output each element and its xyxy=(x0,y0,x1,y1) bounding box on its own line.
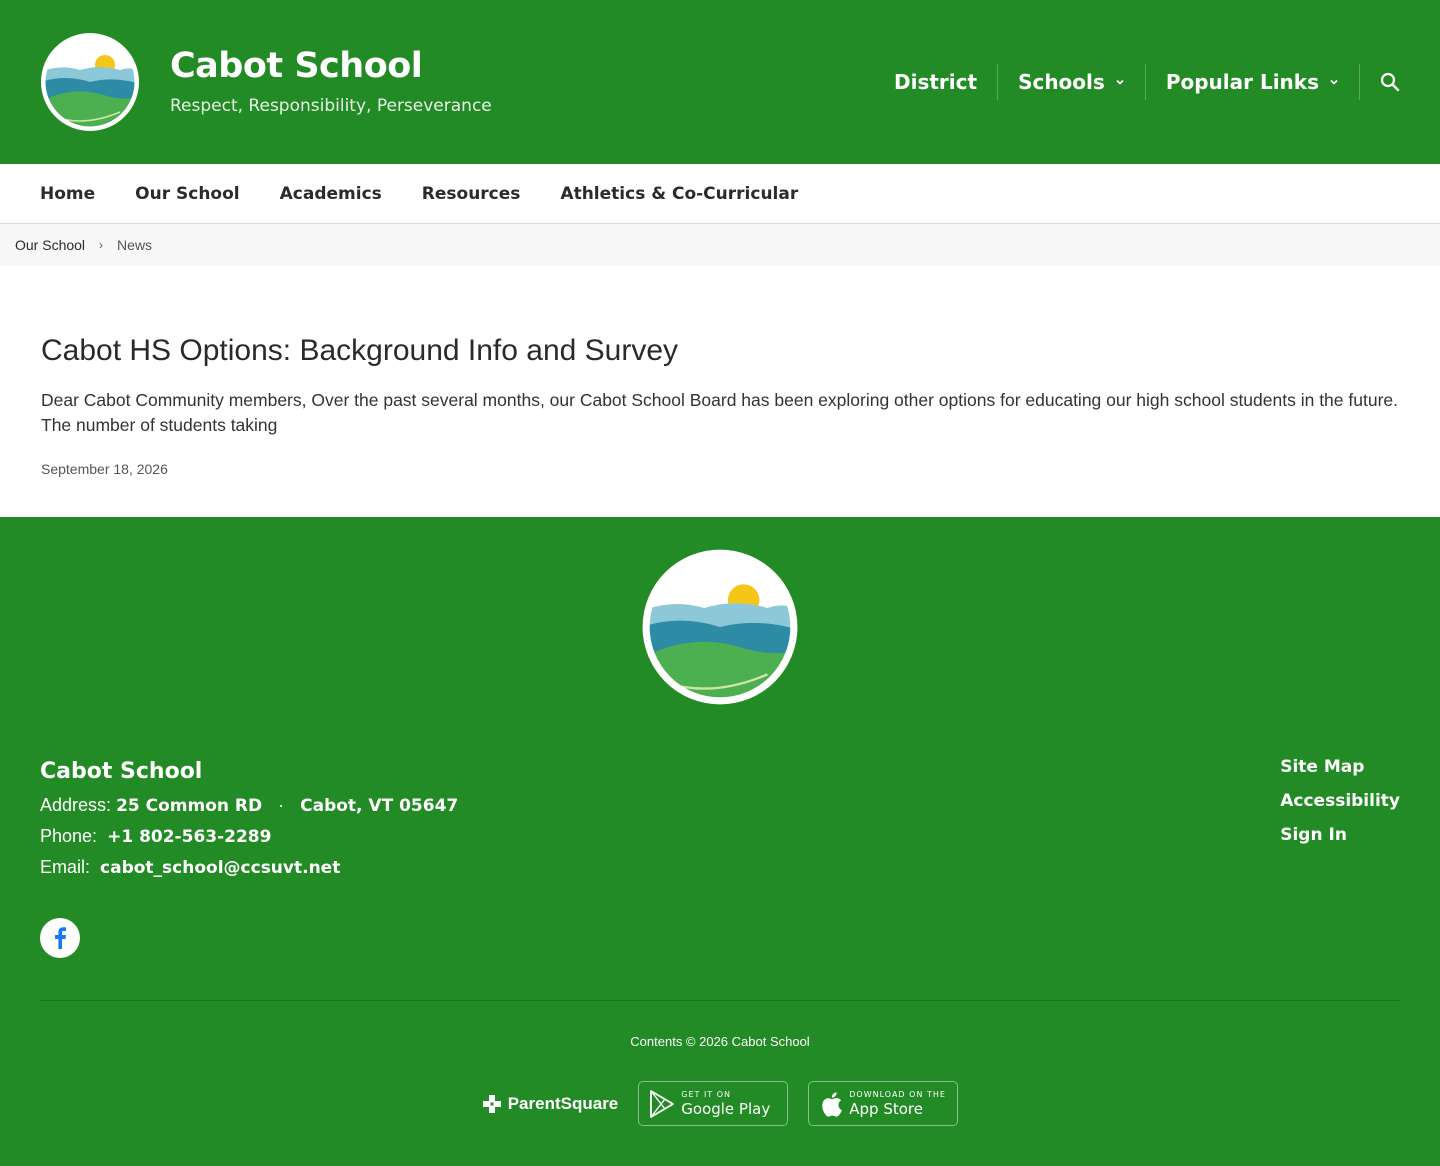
nav-athletics[interactable]: Athletics & Co-Curricular xyxy=(560,184,798,204)
top-nav-popular-links[interactable]: Popular Links xyxy=(1144,64,1359,100)
search-icon xyxy=(1380,72,1400,92)
chevron-right-icon: › xyxy=(99,238,104,252)
footer-link-site-map[interactable]: Site Map xyxy=(1280,757,1400,777)
copyright: Contents © 2026 Cabot School xyxy=(630,1034,810,1049)
breadcrumb-current: News xyxy=(117,237,153,253)
nav-our-school[interactable]: Our School xyxy=(135,184,239,204)
footer-school-name: Cabot School xyxy=(40,759,203,784)
site-footer: Cabot School Address: 25 Common RD · Cab… xyxy=(0,517,1440,1166)
top-nav-label: District xyxy=(894,70,978,94)
search-button[interactable] xyxy=(1359,64,1400,100)
article-date: September 18, 2026 xyxy=(41,461,168,477)
school-motto: Respect, Responsibility, Perseverance xyxy=(170,96,492,116)
google-play-badge[interactable]: GET IT ON Google Play xyxy=(638,1081,789,1126)
main-nav: Home Our School Academics Resources Athl… xyxy=(0,164,1440,224)
email-label: Email: xyxy=(40,857,91,877)
phone-label: Phone: xyxy=(40,826,98,846)
app-store-big: App Store xyxy=(849,1099,923,1118)
nav-resources[interactable]: Resources xyxy=(422,184,521,204)
article-summary: Dear Cabot Community members, Over the p… xyxy=(41,390,1398,435)
parentsquare-link[interactable]: ParentSquare xyxy=(482,1093,619,1114)
nav-academics[interactable]: Academics xyxy=(280,184,382,204)
school-logo[interactable] xyxy=(40,32,140,132)
chevron-down-icon xyxy=(1330,79,1338,85)
app-store-small: DOWNLOAD ON THE xyxy=(849,1089,946,1099)
footer-phone: Phone: +1 802-563-2289 xyxy=(40,826,271,847)
top-nav-schools[interactable]: Schools xyxy=(997,64,1145,100)
address-separator: · xyxy=(278,795,285,815)
google-play-big: Google Play xyxy=(681,1099,771,1118)
phone-link[interactable]: +1 802-563-2289 xyxy=(107,827,271,847)
app-links: ParentSquare GET IT ON Google Play DOWNL… xyxy=(0,1081,1440,1126)
google-play-icon xyxy=(650,1089,675,1118)
email-link[interactable]: cabot_school@ccsuvt.net xyxy=(100,858,340,878)
footer-links: Site Map Accessibility Sign In xyxy=(1280,757,1400,859)
top-nav-label: Popular Links xyxy=(1165,70,1319,94)
breadcrumb-our-school[interactable]: Our School xyxy=(15,237,85,253)
school-name[interactable]: Cabot School xyxy=(170,46,423,86)
facebook-icon xyxy=(55,927,66,949)
address-city[interactable]: Cabot, VT 05647 xyxy=(300,796,458,816)
footer-divider xyxy=(40,1000,1400,1001)
site-header: Cabot School Respect, Responsibility, Pe… xyxy=(0,0,1440,164)
address-street[interactable]: 25 Common RD xyxy=(116,796,262,816)
parentsquare-label: ParentSquare xyxy=(507,1093,619,1113)
address-label: Address: xyxy=(40,795,112,815)
chevron-down-icon xyxy=(1116,79,1124,85)
footer-email: Email: cabot_school@ccsuvt.net xyxy=(40,857,340,878)
footer-link-sign-in[interactable]: Sign In xyxy=(1280,825,1400,845)
parentsquare-icon xyxy=(482,1094,501,1113)
top-nav-district[interactable]: District xyxy=(874,64,997,100)
footer-link-accessibility[interactable]: Accessibility xyxy=(1280,791,1400,811)
facebook-button[interactable] xyxy=(40,918,80,958)
apple-icon xyxy=(822,1091,843,1117)
top-nav-label: Schools xyxy=(1018,70,1105,94)
google-play-small: GET IT ON xyxy=(681,1089,732,1099)
article-title[interactable]: Cabot HS Options: Background Info and Su… xyxy=(41,334,678,368)
nav-home[interactable]: Home xyxy=(40,184,95,204)
footer-address: Address: 25 Common RD · Cabot, VT 05647 xyxy=(40,795,458,816)
footer-logo xyxy=(642,549,798,705)
app-store-badge[interactable]: DOWNLOAD ON THE App Store xyxy=(808,1081,959,1126)
top-nav: District Schools Popular Links xyxy=(874,64,1400,100)
breadcrumb: Our School › News xyxy=(0,224,1440,266)
